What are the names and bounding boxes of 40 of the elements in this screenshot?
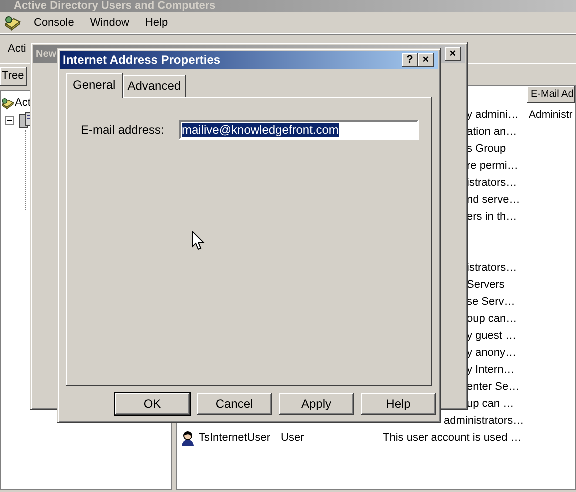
description-text: nd serve… [467, 193, 520, 208]
user-icon [181, 431, 195, 446]
dialog-button[interactable]: OK [115, 393, 190, 415]
tab[interactable]: Advanced [122, 75, 186, 97]
field-label: E-mail address: [81, 122, 166, 139]
tab[interactable]: General [66, 73, 123, 98]
description-text: istrators… [467, 176, 518, 191]
window-title: New [36, 48, 57, 62]
caption-button[interactable]: × [418, 53, 434, 67]
description-text: re permi… [467, 159, 518, 174]
action-menu[interactable]: Acti [8, 40, 26, 58]
snap-in-icon [4, 14, 22, 30]
tree-tab[interactable]: Tree [0, 67, 27, 86]
description-text: ation an… [467, 125, 518, 140]
description-text: administrators… [444, 414, 524, 429]
type-text: User [281, 431, 304, 446]
dialog-title: Internet Address Properties [63, 52, 221, 69]
snap-in-icon [1, 96, 15, 110]
menu-item[interactable]: Console [26, 12, 82, 34]
window-title: Active Directory Users and Computers [0, 0, 576, 12]
dialog-button[interactable]: Cancel [197, 393, 272, 415]
email-field[interactable]: mailive@knowledgefront.com [179, 120, 419, 140]
menu-item[interactable]: Window [82, 12, 138, 34]
caption-button[interactable]: ? [402, 53, 418, 67]
mouse-pointer-icon [192, 231, 205, 251]
column-header[interactable]: E-Mail Ad [527, 86, 575, 103]
collapse-icon[interactable] [5, 116, 14, 125]
description-text: Servers [467, 278, 505, 293]
menu-item[interactable]: Help [137, 12, 176, 34]
description-text: enter Se… [467, 380, 520, 395]
user-name[interactable]: TsInternetUser [199, 430, 271, 447]
tree-item[interactable]: Act [15, 95, 31, 112]
email-text: Administr [529, 108, 573, 123]
description-text: oup can… [467, 312, 518, 327]
description-text: se Serv… [467, 295, 516, 310]
description-text: ers in th… [467, 210, 518, 225]
dialog-button[interactable]: Help [361, 393, 436, 415]
description-text: This user account is used … [383, 431, 522, 446]
description-text: istrators… [467, 261, 518, 276]
dialog-button[interactable]: Apply [279, 393, 354, 415]
